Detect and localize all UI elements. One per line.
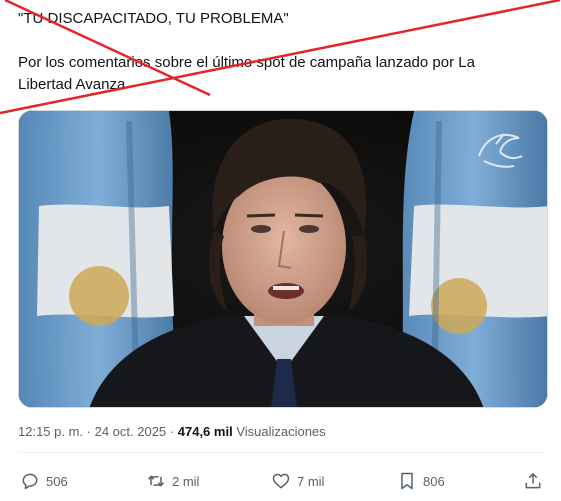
bookmark-button[interactable]: 806 <box>397 467 445 495</box>
tweet-body-line-1: Por los comentarios sobre el último spot… <box>18 54 475 71</box>
share-icon <box>525 472 541 489</box>
bookmark-count: 806 <box>423 473 445 489</box>
tweet-video[interactable] <box>18 110 548 408</box>
share-button[interactable] <box>523 467 543 495</box>
like-button[interactable]: 7 mil <box>271 467 324 495</box>
views-label: Visualizaciones <box>236 424 326 439</box>
tweet-headline: "TU DISCAPACITADO, TU PROBLEMA" <box>18 10 289 27</box>
tweet-body-line-2: Libertad Avanza <box>18 76 126 93</box>
meta-separator: · <box>169 424 175 439</box>
views-count: 474,6 mil <box>177 424 233 439</box>
repost-icon <box>147 475 165 487</box>
reply-icon <box>22 473 38 490</box>
video-frame <box>19 111 547 407</box>
like-count: 7 mil <box>297 473 325 489</box>
repost-button[interactable]: 2 mil <box>146 467 199 495</box>
tweet-text: "TU DISCAPACITADO, TU PROBLEMA" Por los … <box>18 8 548 96</box>
timestamp-link[interactable]: 12:15 p. m. · 24 oct. 2025 <box>18 424 166 439</box>
tweet-meta: 12:15 p. m. · 24 oct. 2025 · 474,6 mil V… <box>18 424 326 439</box>
reply-count: 506 <box>46 473 68 489</box>
action-bar: 506 2 mil 7 mil 806 <box>18 467 548 495</box>
divider <box>18 452 548 453</box>
like-icon <box>272 473 290 489</box>
bookmark-icon <box>401 472 413 490</box>
repost-count: 2 mil <box>172 473 200 489</box>
reply-button[interactable]: 506 <box>20 467 68 495</box>
